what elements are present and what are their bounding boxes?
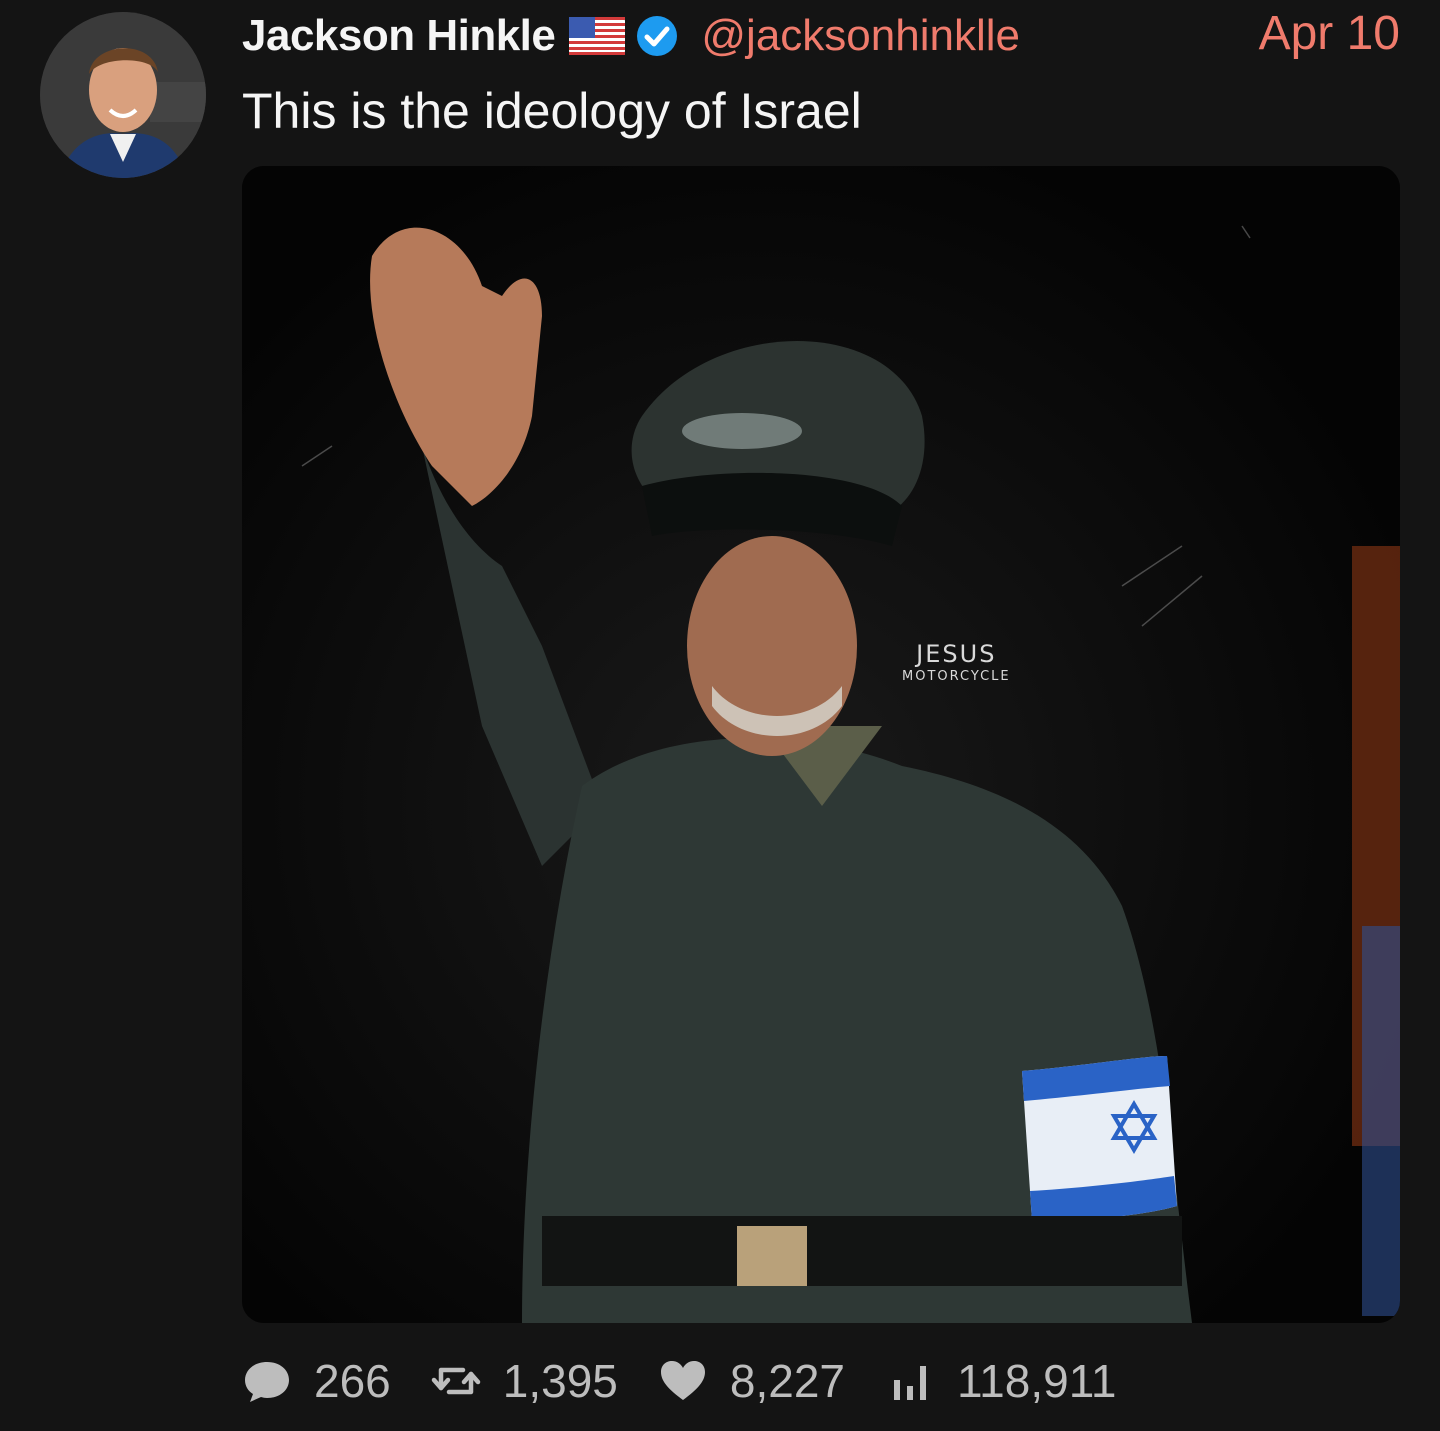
watermark-line2: MOTORCYCLE	[902, 669, 1011, 684]
avatar[interactable]	[40, 12, 206, 178]
views-button[interactable]: 118,911	[885, 1354, 1116, 1408]
reply-button[interactable]: 266	[242, 1354, 391, 1408]
tweet-header: Jackson Hinkle @jacksonhinkllе	[242, 8, 1402, 64]
retweet-button[interactable]: 1,395	[431, 1354, 618, 1408]
media-watermark: JESUS MOTORCYCLE	[902, 642, 1011, 683]
like-button[interactable]: 8,227	[658, 1354, 845, 1408]
views-chart-icon	[885, 1356, 935, 1406]
tweet-date[interactable]: Apr 10	[1259, 6, 1400, 61]
reply-count: 266	[314, 1355, 391, 1407]
display-name[interactable]: Jackson Hinkle	[242, 11, 556, 61]
us-flag-icon	[569, 17, 626, 55]
verified-badge-icon	[635, 14, 679, 58]
avatar-photo	[40, 12, 206, 178]
heart-icon	[658, 1356, 708, 1406]
tweet-text: This is the ideology of Israel	[242, 83, 862, 139]
retweet-icon	[431, 1356, 481, 1406]
comment-icon	[242, 1356, 292, 1406]
retweet-count: 1,395	[502, 1355, 618, 1407]
watermark-line1: JESUS	[916, 640, 997, 668]
user-handle[interactable]: @jacksonhinkllе	[701, 11, 1020, 61]
tweet-media-image[interactable]: JESUS MOTORCYCLE	[242, 166, 1400, 1323]
like-count: 8,227	[729, 1355, 845, 1407]
media-illustration	[242, 166, 1400, 1323]
tweet-actions: 266 1,395 8,227 118,911	[242, 1350, 1156, 1412]
views-count: 118,911	[957, 1355, 1117, 1407]
